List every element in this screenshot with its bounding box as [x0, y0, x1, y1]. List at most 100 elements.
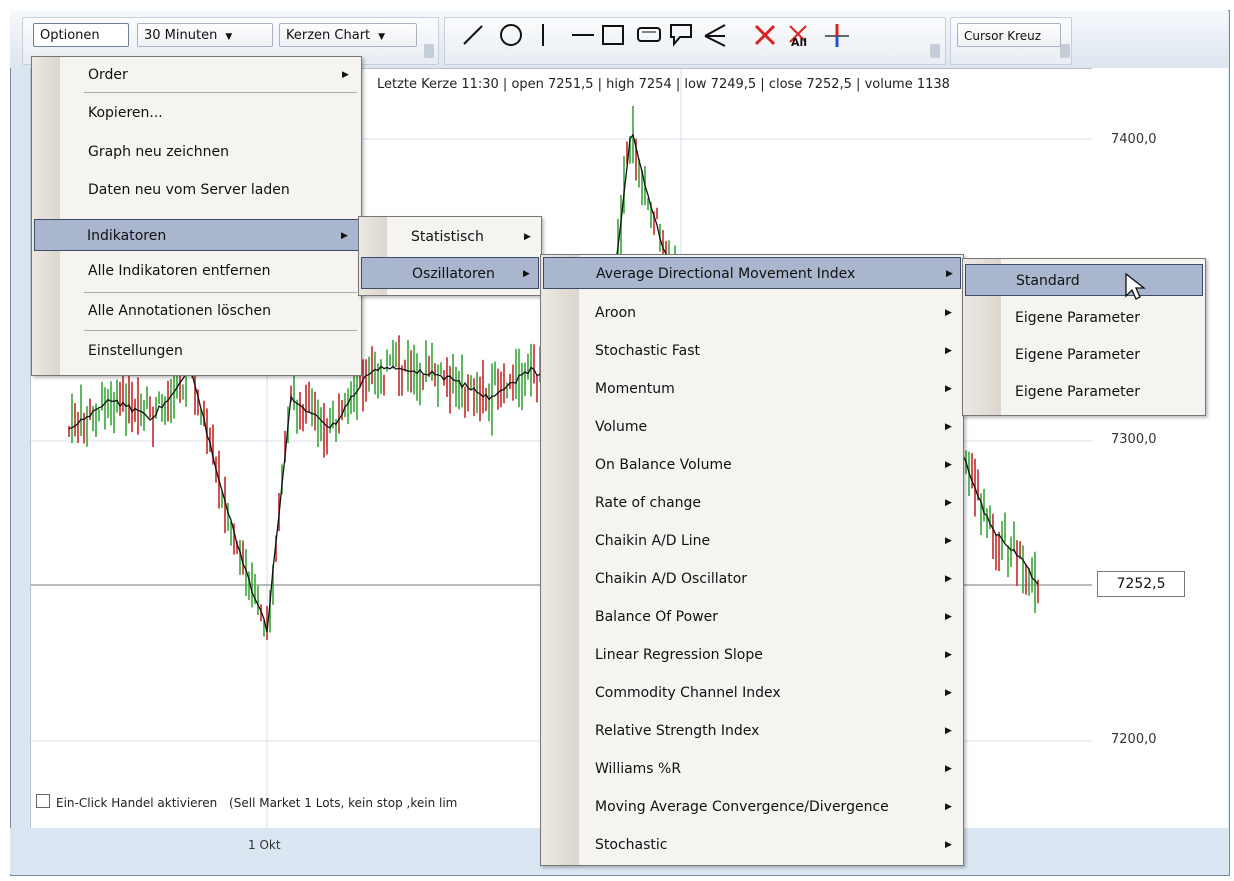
menu-item-label: Indikatoren: [87, 228, 167, 244]
menu-item-order[interactable]: Order ▶: [34, 59, 359, 91]
indicators-menu: Statistisch ▶ Oszillatoren ▶: [358, 216, 542, 296]
menu-item-reload-data[interactable]: Daten neu vom Server laden: [34, 174, 359, 206]
menu-item-oscillator[interactable]: Aroon ▶: [543, 297, 961, 329]
menu-item-label: Daten neu vom Server laden: [88, 182, 290, 198]
line-icon[interactable]: [460, 22, 486, 48]
menu-item-label: Williams %R: [595, 761, 682, 777]
options-button[interactable]: Optionen: [33, 23, 129, 47]
menu-item-label: Eigene Parameter: [1015, 310, 1141, 326]
delete-all-icon[interactable]: All: [786, 22, 812, 49]
one-click-status: Ein-Click Handel aktivieren (Sell Market…: [56, 796, 457, 810]
rectangle-icon[interactable]: [600, 22, 626, 48]
menu-item-label: Average Directional Movement Index: [596, 266, 856, 282]
menu-item-label: Einstellungen: [88, 343, 183, 359]
menu-item-label: On Balance Volume: [595, 457, 732, 473]
svg-text:All: All: [791, 36, 807, 48]
chart-type-select[interactable]: Kerzen Chart ▼: [279, 23, 417, 47]
menu-item-oscillator[interactable]: Commodity Channel Index ▶: [543, 677, 961, 709]
menu-item-statistical[interactable]: Statistisch ▶: [361, 221, 539, 253]
menu-item-oscillator[interactable]: Balance Of Power ▶: [543, 601, 961, 633]
submenu-arrow-icon: ▶: [523, 269, 530, 279]
submenu-arrow-icon: ▶: [945, 726, 952, 736]
menu-item-label: Statistisch: [411, 229, 484, 245]
menu-item-label: Moving Average Convergence/Divergence: [595, 799, 889, 815]
cursor-value: Cursor Kreuz: [964, 29, 1042, 43]
submenu-arrow-icon: ▶: [946, 269, 953, 279]
cursor-select[interactable]: Cursor Kreuz: [957, 23, 1061, 47]
options-label: Optionen: [40, 28, 100, 43]
submenu-arrow-icon: ▶: [945, 346, 952, 356]
oscillators-menu: Average Directional Movement Index ▶ Aroon…: [540, 254, 964, 866]
circle-icon[interactable]: [498, 22, 524, 48]
timeframe-value: 30 Minuten: [144, 28, 218, 43]
price-label: 7300,0: [1111, 432, 1157, 447]
menu-item-label: Momentum: [595, 381, 675, 397]
menu-item-oscillator[interactable]: On Balance Volume ▶: [543, 449, 961, 481]
toolbar-grip[interactable]: [930, 44, 940, 58]
menu-separator: [84, 292, 357, 293]
chevron-down-icon: ▼: [378, 32, 386, 42]
menu-item-oscillator[interactable]: Average Directional Movement Index ▶: [543, 257, 961, 289]
menu-item-redraw[interactable]: Graph neu zeichnen: [34, 136, 359, 168]
menu-item-oscillator[interactable]: Linear Regression Slope ▶: [543, 639, 961, 671]
fibonacci-fan-icon[interactable]: [702, 22, 728, 48]
callout-icon[interactable]: [668, 22, 694, 48]
menu-item-label: Balance Of Power: [595, 609, 719, 625]
menu-item-settings[interactable]: Einstellungen: [34, 335, 359, 367]
menu-item-label: Oszillatoren: [412, 266, 495, 282]
toolbar-grip[interactable]: [1060, 44, 1070, 58]
menu-item-oscillator[interactable]: Volume ▶: [543, 411, 961, 443]
rounded-rectangle-icon[interactable]: [636, 22, 662, 48]
menu-item-label: Eigene Parameter: [1015, 347, 1141, 363]
menu-item-oscillators[interactable]: Oszillatoren ▶: [361, 257, 539, 289]
menu-item-indicators[interactable]: Indikatoren ▶: [34, 219, 359, 251]
submenu-arrow-icon: ▶: [524, 232, 531, 242]
menu-item-remove-indicators[interactable]: Alle Indikatoren entfernen: [34, 255, 359, 287]
menu-item-oscillator[interactable]: Momentum ▶: [543, 373, 961, 405]
menu-item-label: Aroon: [595, 305, 637, 321]
timeframe-select[interactable]: 30 Minuten ▼: [137, 23, 273, 47]
submenu-arrow-icon: ▶: [945, 536, 952, 546]
menu-item-oscillator[interactable]: Rate of change ▶: [543, 487, 961, 519]
vertical-line-icon[interactable]: [530, 22, 556, 48]
options-menu: Order ▶ Kopieren... Graph neu zeichnen Da…: [31, 56, 362, 376]
menu-item-adx-custom-2[interactable]: Eigene Parameter: [965, 339, 1203, 371]
menu-item-oscillator[interactable]: Moving Average Convergence/Divergence ▶: [543, 791, 961, 823]
menu-item-copy[interactable]: Kopieren...: [34, 97, 359, 129]
menu-item-adx-custom-1[interactable]: Eigene Parameter: [965, 302, 1203, 334]
menu-item-oscillator[interactable]: Stochastic ▶: [543, 829, 961, 861]
menu-item-label: Standard: [1016, 273, 1080, 289]
menu-item-label: Relative Strength Index: [595, 723, 760, 739]
menu-item-oscillator[interactable]: Williams %R ▶: [543, 753, 961, 785]
menu-item-label: Linear Regression Slope: [595, 647, 763, 663]
chart-type-value: Kerzen Chart: [286, 28, 371, 43]
toolbar-grip[interactable]: [424, 44, 434, 58]
one-click-detail: (Sell Market 1 Lots, kein stop ,kein lim: [229, 796, 458, 810]
menu-item-oscillator[interactable]: Stochastic Fast ▶: [543, 335, 961, 367]
menu-item-oscillator[interactable]: Chaikin A/D Line ▶: [543, 525, 961, 557]
menu-item-label: Alle Annotationen löschen: [88, 303, 271, 319]
delete-icon[interactable]: [752, 22, 778, 48]
menu-item-adx-standard[interactable]: Standard: [965, 264, 1203, 296]
mouse-cursor-icon: [1125, 272, 1146, 300]
menu-item-delete-annotations[interactable]: Alle Annotationen löschen: [34, 295, 359, 327]
menu-separator: [84, 92, 357, 93]
current-price-badge: 7252,5: [1097, 571, 1185, 597]
last-candle-info: Letzte Kerze 11:30 | open 7251,5 | high …: [377, 77, 950, 92]
crosshair-marker-icon[interactable]: [824, 22, 850, 48]
menu-item-label: Chaikin A/D Oscillator: [595, 571, 748, 587]
menu-item-oscillator[interactable]: Relative Strength Index ▶: [543, 715, 961, 747]
date-label: 1 Okt: [248, 838, 281, 852]
menu-item-label: Rate of change: [595, 495, 702, 511]
menu-item-adx-custom-3[interactable]: Eigene Parameter: [965, 376, 1203, 408]
submenu-arrow-icon: ▶: [945, 764, 952, 774]
horizontal-line-icon[interactable]: [570, 22, 596, 48]
submenu-arrow-icon: ▶: [945, 688, 952, 698]
one-click-checkbox[interactable]: [36, 794, 50, 808]
menu-item-label: Chaikin A/D Line: [595, 533, 711, 549]
menu-separator: [84, 330, 357, 331]
menu-item-label: Alle Indikatoren entfernen: [88, 263, 271, 279]
price-label: 7200,0: [1111, 732, 1157, 747]
menu-item-label: Eigene Parameter: [1015, 384, 1141, 400]
menu-item-oscillator[interactable]: Chaikin A/D Oscillator ▶: [543, 563, 961, 595]
